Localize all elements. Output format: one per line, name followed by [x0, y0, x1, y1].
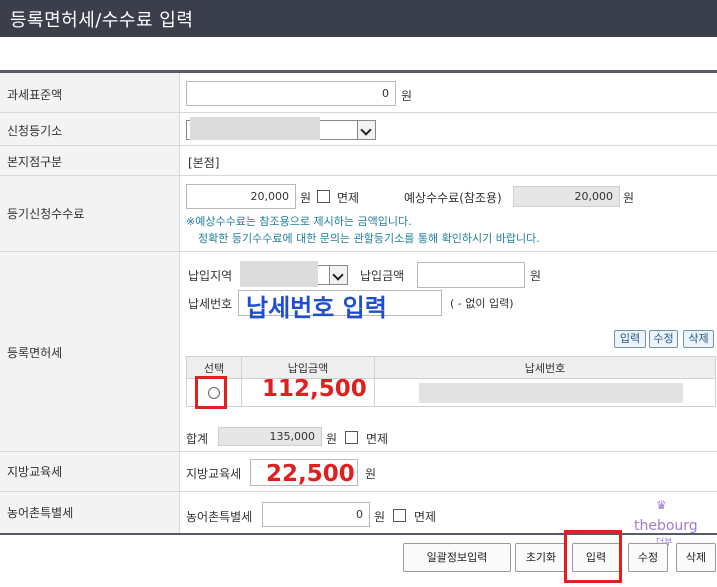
- highlight-submit-box: [564, 530, 622, 583]
- col-header-taxno: 납세번호: [374, 356, 716, 379]
- delete-bottom-button[interactable]: 삭제: [676, 543, 716, 572]
- row-label: 본지점구분: [0, 146, 180, 175]
- chevron-down-icon: [329, 266, 347, 284]
- edu-tax-field-label: 지방교육세: [186, 467, 242, 481]
- rural-tax-field-label: 농어촌특별세: [186, 510, 253, 524]
- expected-fee-value: 20,000: [513, 186, 620, 207]
- reset-button[interactable]: 초기화: [515, 543, 567, 572]
- total-value: 135,000: [218, 427, 322, 446]
- taxno-overlay-text: 납세번호 입력: [246, 294, 387, 322]
- taxno-hint: ( - 없이 입력): [450, 297, 514, 310]
- total-label: 합계: [186, 432, 209, 446]
- row-label: 과세표준액: [0, 73, 180, 112]
- unit-won: 원: [530, 269, 542, 283]
- row-label: 신청등기소: [0, 113, 180, 145]
- unit-won: 원: [365, 467, 377, 481]
- fee-note-2: 정확한 등기수수료에 대한 문의는 관할등기소를 통해 확인하시기 바랍니다.: [198, 232, 540, 245]
- row-fee: 등기신청수수료 20,000 원 면제 예상수수료(참조용) 20,000 원 …: [0, 176, 717, 252]
- title-bar: 등록면허세/수수료 입력: [0, 0, 717, 37]
- row-registry: 신청등기소: [0, 113, 717, 146]
- chevron-down-icon: [357, 121, 375, 139]
- row-label: 등기신청수수료: [0, 176, 180, 251]
- header-band: [0, 37, 717, 70]
- region-label: 납입지역: [188, 269, 233, 283]
- row-tax-base: 과세표준액 0 원: [0, 73, 717, 113]
- unit-won: 원: [326, 432, 338, 446]
- branch-value: [본점]: [188, 156, 220, 170]
- unit-won: 원: [374, 510, 386, 524]
- delete-button[interactable]: 삭제: [683, 330, 714, 348]
- taxno-cell: [374, 378, 716, 407]
- unit-won: 원: [401, 89, 413, 103]
- fee-input[interactable]: 20,000: [186, 184, 296, 209]
- amount-input[interactable]: [417, 262, 525, 288]
- edu-tax-value: 22,500: [266, 461, 355, 487]
- amount-label: 납입금액: [360, 269, 405, 283]
- page-title: 등록면허세/수수료 입력: [10, 10, 194, 31]
- fee-exempt-label: 면제: [337, 191, 360, 205]
- row-label: 지방교육세: [0, 452, 180, 491]
- edit-button[interactable]: 수정: [649, 330, 678, 348]
- watermark-text: thebourg: [634, 518, 698, 534]
- fee-note-1: ※예상수수료는 참조용으로 제시하는 금액입니다.: [186, 215, 412, 228]
- rural-tax-input[interactable]: 0: [262, 502, 370, 527]
- total-exempt-checkbox[interactable]: [345, 431, 358, 444]
- blurred-value: [419, 382, 683, 403]
- row-amount-value: 112,500: [262, 376, 367, 402]
- rural-exempt-checkbox[interactable]: [393, 509, 406, 522]
- blurred-value: [190, 117, 320, 140]
- row-license-tax: 등록면허세 납입지역 납입금액 원 납세번호 납세번호 입력 ( - 없이 입력…: [0, 252, 717, 452]
- row-label: 농어촌특별세: [0, 492, 180, 533]
- add-button[interactable]: 입력: [614, 330, 646, 348]
- tax-base-input[interactable]: 0: [186, 81, 396, 106]
- row-edu-tax: 지방교육세 지방교육세 22,500 원: [0, 452, 717, 492]
- unit-won: 원: [623, 191, 635, 205]
- rural-exempt-label: 면제: [414, 510, 437, 524]
- fee-exempt-checkbox[interactable]: [317, 190, 330, 203]
- total-exempt-label: 면제: [366, 432, 389, 446]
- blurred-value: [240, 261, 318, 287]
- edit-bottom-button[interactable]: 수정: [628, 543, 668, 572]
- crown-icon: ♛: [656, 498, 667, 512]
- expected-fee-label: 예상수수료(참조용): [404, 191, 502, 205]
- bulk-info-button[interactable]: 일괄정보입력: [403, 543, 511, 572]
- taxno-label: 납세번호: [188, 297, 233, 311]
- unit-won: 원: [300, 191, 312, 205]
- highlight-select-box: [195, 376, 227, 409]
- row-label: 등록면허세: [0, 252, 180, 451]
- row-branch: 본지점구분 [본점]: [0, 146, 717, 176]
- row-rural-tax: 농어촌특별세 농어촌특별세 0 원 면제: [0, 492, 717, 535]
